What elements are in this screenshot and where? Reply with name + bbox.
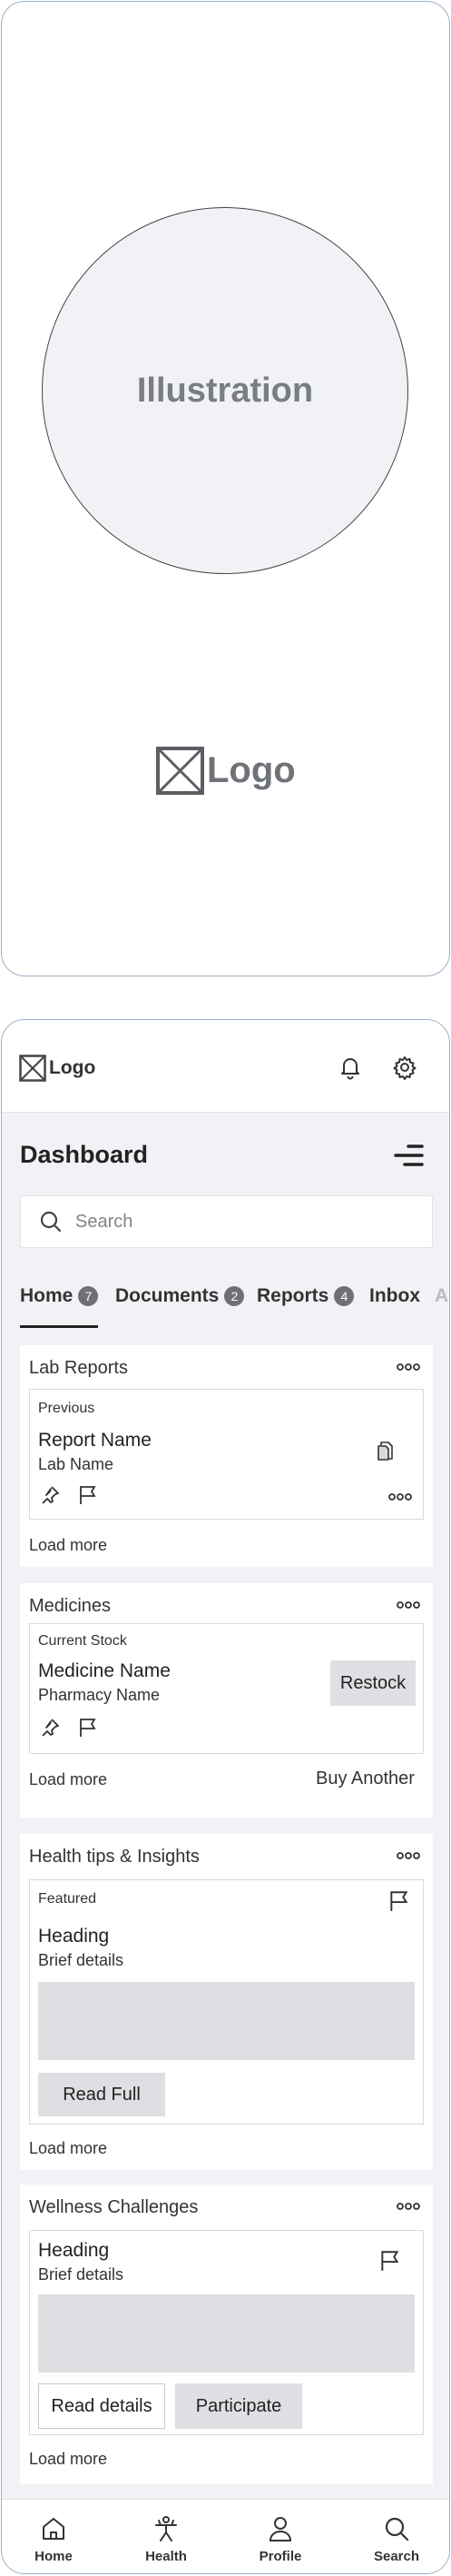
load-more-link[interactable]: Load more [29,2139,107,2158]
load-more-link[interactable]: Load more [29,1770,107,1789]
tip-details: Brief details [38,1951,124,1969]
tab-bar: Home 7 Documents 2 Reports 4 Inbox Ac [2,1285,449,1331]
home-icon [43,2518,64,2540]
search-placeholder: Search [75,1211,133,1232]
health-figure-icon [155,2516,177,2541]
splash-logo-text: Logo [207,749,296,790]
logo-placeholder-icon [156,746,204,795]
tab-label: Reports [257,1285,329,1306]
flag-icon[interactable] [387,1889,411,1913]
flag-icon[interactable] [77,1717,99,1739]
document-share-icon[interactable] [375,1439,398,1462]
settings-button[interactable] [390,1053,419,1082]
notifications-button[interactable] [336,1053,365,1082]
nav-profile[interactable]: Profile [244,2514,317,2564]
medicine-item[interactable]: Current Stock Medicine Name Pharmacy Nam… [29,1623,424,1754]
lab-reports-card: Lab Reports Previous Report Name Lab Nam… [20,1345,433,1567]
read-full-button[interactable]: Read Full [38,2073,165,2116]
item-tag: Current Stock [38,1633,127,1649]
more-options-icon[interactable] [397,1600,420,1610]
dashboard-screen: Logo Dashboard Search Home 7 Documents 2… [1,1019,450,2574]
user-icon [269,2517,292,2541]
bottom-navigation: Home Health Profile Search [2,2499,449,2573]
tab-label: Inbox [369,1285,420,1306]
medicine-name: Medicine Name [38,1660,171,1681]
app-logo-text: Logo [49,1057,96,1078]
medicines-card: Medicines Current Stock Medicine Name Ph… [20,1583,433,1818]
challenge-heading: Heading [38,2240,110,2261]
load-more-link[interactable]: Load more [29,1536,107,1555]
item-tag: Previous [38,1401,95,1416]
challenge-item[interactable]: Heading Brief details Read details Parti… [29,2230,424,2435]
nav-health[interactable]: Health [130,2514,202,2564]
bell-icon [341,1058,359,1080]
nav-label: Home [34,2549,73,2564]
card-title: Medicines [29,1596,112,1616]
search-icon [40,1211,62,1233]
count-badge: 2 [224,1286,245,1306]
logo-placeholder-icon [19,1055,46,1082]
tab-label: Home [20,1285,74,1306]
page-title: Dashboard [20,1141,149,1168]
tab-inbox[interactable]: Inbox [369,1285,420,1331]
nav-home[interactable]: Home [17,2514,90,2564]
flag-icon[interactable] [77,1484,99,1506]
more-options-icon[interactable] [397,2201,420,2212]
image-placeholder [38,1982,415,2060]
lab-name: Lab Name [38,1455,114,1473]
splash-logo: Logo [156,745,296,796]
count-badge: 4 [334,1286,355,1306]
nav-label: Search [373,2549,420,2564]
menu-button[interactable] [392,1142,425,1169]
illustration-placeholder: Illustration [42,207,408,574]
health-tips-card: Health tips & Insights Featured Heading … [20,1834,433,2170]
tip-heading: Heading [38,1926,110,1947]
more-options-icon[interactable] [397,1850,420,1861]
report-name: Report Name [38,1430,152,1451]
card-title: Wellness Challenges [29,2197,199,2217]
card-title: Health tips & Insights [29,1847,200,1867]
buy-another-link[interactable]: Buy Another [316,1769,415,1789]
wellness-challenges-card: Wellness Challenges Heading Brief detail… [20,2185,433,2484]
splash-screen: Illustration Logo [1,1,450,976]
pin-icon[interactable] [39,1717,61,1739]
participate-button[interactable]: Participate [175,2383,302,2429]
tab-reports[interactable]: Reports 4 [257,1285,355,1331]
restock-button[interactable]: Restock [330,1660,416,1706]
card-title: Lab Reports [29,1358,128,1378]
app-logo[interactable]: Logo [19,1055,95,1082]
tab-documents[interactable]: Documents 2 [115,1285,245,1331]
load-more-link[interactable]: Load more [29,2450,107,2469]
gear-icon [393,1056,417,1080]
item-tag: Featured [38,1891,97,1907]
image-placeholder [38,2294,415,2373]
tip-item[interactable]: Featured Heading Brief details Read Full [29,1879,424,2125]
pharmacy-name: Pharmacy Name [38,1686,161,1704]
more-options-icon[interactable] [388,1491,412,1502]
pin-icon[interactable] [39,1484,61,1506]
tab-partial[interactable]: Ac [435,1285,449,1331]
report-item[interactable]: Previous Report Name Lab Name [29,1389,424,1520]
search-icon [385,2517,409,2541]
nav-label: Profile [259,2549,302,2564]
challenge-details: Brief details [38,2265,124,2284]
more-options-icon[interactable] [397,1362,420,1372]
tab-label: Documents [115,1285,220,1306]
search-input[interactable]: Search [20,1195,433,1248]
top-bar: Logo [2,1020,449,1113]
nav-search[interactable]: Search [360,2514,433,2564]
flag-icon[interactable] [378,2249,402,2273]
menu-icon [394,1144,424,1166]
illustration-label: Illustration [136,371,314,410]
read-details-button[interactable]: Read details [38,2383,165,2429]
nav-label: Health [145,2549,187,2564]
count-badge: 7 [78,1286,99,1306]
tab-home[interactable]: Home 7 [20,1285,99,1331]
tab-label: Ac [435,1285,449,1306]
